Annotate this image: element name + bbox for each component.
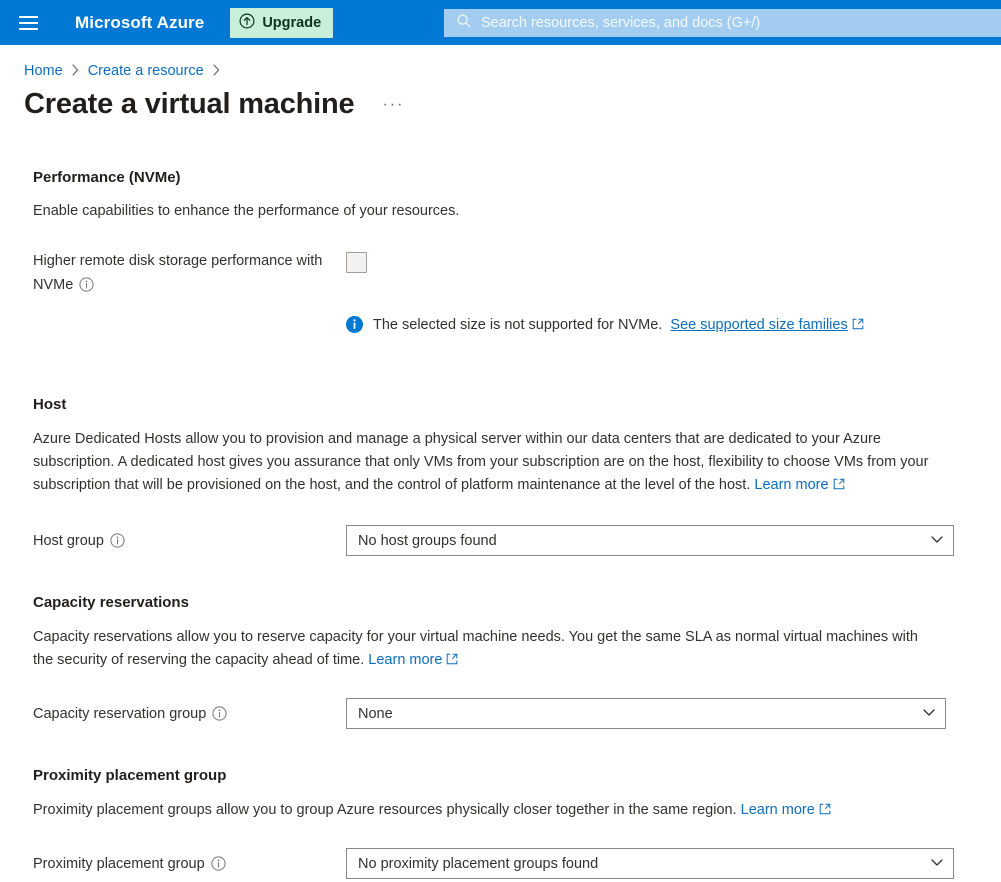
host-learn-more-link[interactable]: Learn more	[754, 477, 828, 493]
info-circle-icon[interactable]	[79, 276, 94, 300]
capacity-learn-more-link[interactable]: Learn more	[368, 652, 442, 668]
capacity-reservation-group-dropdown[interactable]: None	[346, 698, 946, 729]
azure-brand-label[interactable]: Microsoft Azure	[75, 13, 204, 33]
nvme-checkbox-label: Higher remote disk storage performance w…	[33, 249, 346, 300]
breadcrumb: Home Create a resource	[24, 63, 1001, 79]
section-heading-capacity-reservations: Capacity reservations	[33, 594, 189, 611]
capacity-reservation-group-label: Capacity reservation group	[33, 698, 346, 728]
hamburger-line	[18, 15, 38, 18]
chevron-down-icon	[930, 855, 944, 873]
proximity-placement-group-dropdown-value: No proximity placement groups found	[358, 855, 599, 872]
chevron-down-icon	[930, 532, 944, 550]
section-description-proximity: Proximity placement groups allow you to …	[33, 799, 968, 823]
hamburger-line	[18, 21, 38, 24]
breadcrumb-separator-icon	[213, 63, 220, 79]
breadcrumb-separator-icon	[72, 63, 79, 79]
circle-up-arrow-icon	[239, 12, 255, 33]
proximity-description-text: Proximity placement groups allow you to …	[33, 802, 737, 818]
host-group-dropdown[interactable]: No host groups found	[346, 525, 954, 556]
nvme-info-text-wrap: The selected size is not supported for N…	[373, 315, 864, 336]
nvme-label-text: Higher remote disk storage performance w…	[33, 253, 323, 293]
top-navigation-bar: Microsoft Azure Upgrade Search resources…	[0, 0, 1001, 45]
section-heading-proximity-placement-group: Proximity placement group	[33, 767, 227, 784]
proximity-placement-group-dropdown[interactable]: No proximity placement groups found	[346, 848, 954, 879]
capacity-reservation-group-dropdown-value: None	[358, 705, 393, 722]
section-description-performance: Enable capabilities to enhance the perfo…	[33, 203, 460, 219]
nvme-checkbox[interactable]	[346, 252, 367, 273]
info-circle-icon[interactable]	[212, 706, 227, 728]
host-group-label-text: Host group	[33, 533, 104, 549]
title-row: Create a virtual machine ···	[24, 88, 1001, 121]
global-search-input[interactable]: Search resources, services, and docs (G+…	[444, 9, 1001, 37]
nvme-checkbox-row: Higher remote disk storage performance w…	[33, 249, 1001, 300]
form-content: Performance (NVMe) Enable capabilities t…	[0, 169, 1001, 879]
more-options-button[interactable]: ···	[380, 93, 406, 117]
hamburger-menu-icon[interactable]	[14, 9, 42, 37]
upgrade-button[interactable]: Upgrade	[230, 7, 334, 38]
host-group-field-row: Host group No host groups found	[33, 525, 1001, 556]
host-group-label: Host group	[33, 525, 346, 555]
see-supported-size-families-link[interactable]: See supported size families	[670, 317, 847, 333]
breadcrumb-item-create-a-resource[interactable]: Create a resource	[88, 63, 204, 79]
nvme-info-text: The selected size is not supported for N…	[373, 317, 663, 333]
proximity-learn-more-link[interactable]: Learn more	[741, 802, 815, 818]
hamburger-line	[18, 27, 38, 30]
capacity-description-text: Capacity reservations allow you to reser…	[33, 629, 918, 668]
page-title: Create a virtual machine	[24, 88, 355, 120]
proximity-placement-group-label: Proximity placement group	[33, 848, 346, 878]
section-heading-performance: Performance (NVMe)	[33, 169, 181, 186]
proximity-placement-group-label-text: Proximity placement group	[33, 856, 205, 872]
nvme-info-message: The selected size is not supported for N…	[346, 315, 1001, 339]
section-description-host: Azure Dedicated Hosts allow you to provi…	[33, 428, 955, 498]
info-circle-icon[interactable]	[211, 856, 226, 878]
external-link-icon	[446, 650, 458, 673]
info-filled-icon	[346, 316, 363, 339]
breadcrumb-item-home[interactable]: Home	[24, 63, 63, 79]
search-placeholder-text: Search resources, services, and docs (G+…	[481, 15, 761, 31]
external-link-icon	[833, 475, 845, 498]
info-circle-icon[interactable]	[110, 533, 125, 555]
capacity-reservation-group-field-row: Capacity reservation group None	[33, 698, 1001, 729]
proximity-placement-group-field-row: Proximity placement group No proximity p…	[33, 848, 1001, 879]
search-icon	[456, 13, 472, 34]
external-link-icon	[819, 800, 831, 823]
section-heading-host: Host	[33, 396, 67, 413]
host-group-dropdown-value: No host groups found	[358, 532, 497, 549]
capacity-reservation-group-label-text: Capacity reservation group	[33, 706, 207, 722]
upgrade-button-label: Upgrade	[262, 14, 322, 31]
section-description-capacity: Capacity reservations allow you to reser…	[33, 626, 933, 673]
page-header-area: Home Create a resource Create a virtual …	[0, 63, 1001, 121]
external-link-icon	[852, 316, 864, 336]
chevron-down-icon	[922, 705, 936, 723]
